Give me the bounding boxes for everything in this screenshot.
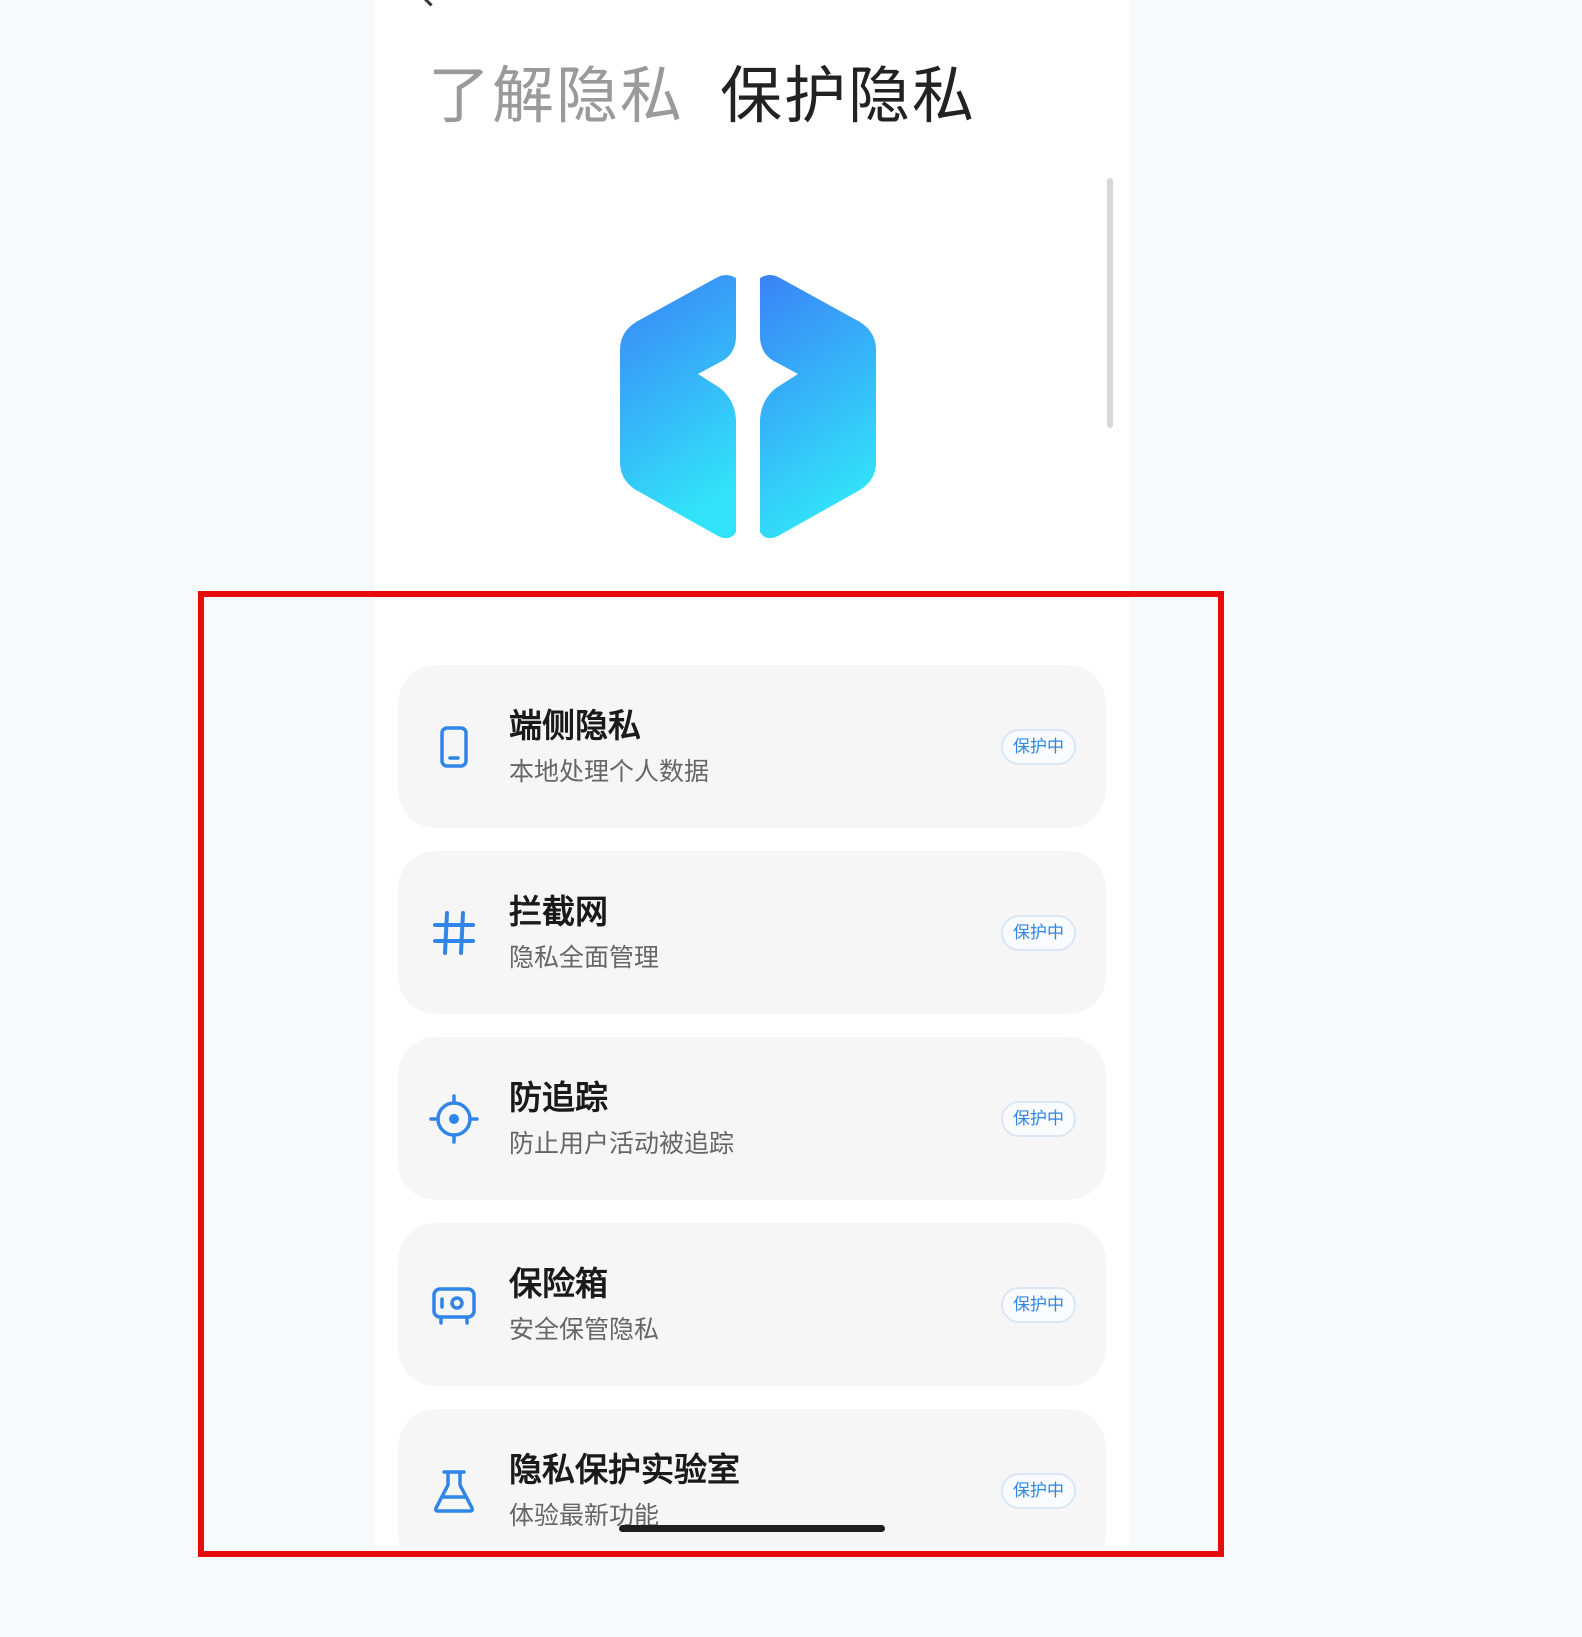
status-badge: 保护中 xyxy=(1001,914,1076,951)
item-subtitle: 安全保管隐私 xyxy=(509,1315,660,1344)
status-badge: 保护中 xyxy=(1001,1286,1076,1323)
phone-icon xyxy=(440,725,468,768)
tab-bar: 了解隐私 保护隐私 xyxy=(428,56,976,136)
feature-list: 端侧隐私 本地处理个人数据 保护中 拦截网 隐私全面管理 保护中 防追踪 防止用… xyxy=(398,665,1106,1546)
item-subtitle: 隐私全面管理 xyxy=(509,943,660,972)
tab-learn-privacy[interactable]: 了解隐私 xyxy=(428,56,684,136)
item-title: 保险箱 xyxy=(509,1264,608,1303)
item-title: 隐私保护实验室 xyxy=(509,1450,740,1489)
safe-box-icon xyxy=(432,1286,476,1325)
scrollbar[interactable] xyxy=(1107,178,1113,428)
list-item-device-privacy[interactable]: 端侧隐私 本地处理个人数据 保护中 xyxy=(398,665,1106,828)
item-subtitle: 防止用户活动被追踪 xyxy=(509,1129,735,1158)
hashtag-icon xyxy=(433,910,475,955)
privacy-shield-logo-icon xyxy=(620,275,876,538)
target-icon xyxy=(429,1093,479,1144)
back-arrow-icon[interactable] xyxy=(418,0,443,7)
item-subtitle: 本地处理个人数据 xyxy=(509,757,710,786)
list-item-safe-box[interactable]: 保险箱 安全保管隐私 保护中 xyxy=(398,1223,1106,1386)
home-indicator[interactable] xyxy=(619,1525,885,1532)
flask-icon xyxy=(434,1469,474,1513)
item-title: 端侧隐私 xyxy=(509,706,641,745)
tab-protect-privacy[interactable]: 保护隐私 xyxy=(720,56,976,136)
item-title: 防追踪 xyxy=(509,1078,608,1117)
status-badge: 保护中 xyxy=(1001,1100,1076,1137)
privacy-screen: 了解隐私 保护隐私 端侧隐私 本地处理个人数据 保护中 拦截网 隐私全面管理 保… xyxy=(374,0,1130,1546)
status-badge: 保护中 xyxy=(1001,1472,1076,1509)
list-item-block-network[interactable]: 拦截网 隐私全面管理 保护中 xyxy=(398,851,1106,1014)
item-title: 拦截网 xyxy=(509,892,608,931)
list-item-anti-tracking[interactable]: 防追踪 防止用户活动被追踪 保护中 xyxy=(398,1037,1106,1200)
status-badge: 保护中 xyxy=(1001,728,1076,765)
